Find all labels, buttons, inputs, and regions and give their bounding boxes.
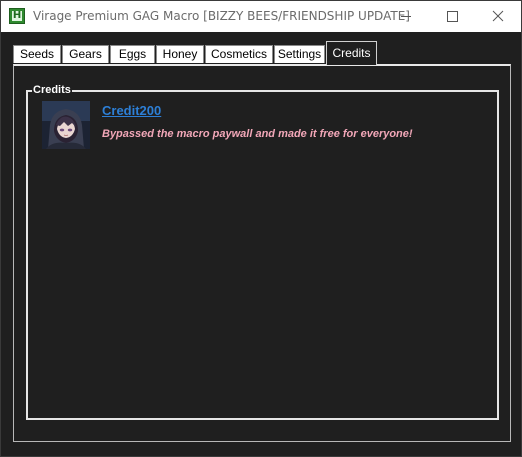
close-icon: [492, 10, 504, 22]
tab-gears[interactable]: Gears: [62, 45, 109, 63]
credit-name-link[interactable]: Credit200: [102, 103, 161, 118]
credits-group-title: Credits: [32, 83, 72, 97]
maximize-icon: [447, 11, 458, 22]
app-h-icon: H: [9, 8, 25, 24]
credit-description: Bypassed the macro paywall and made it f…: [102, 128, 413, 140]
minimize-icon: [401, 16, 411, 17]
minimize-button[interactable]: [383, 1, 429, 32]
tab-seeds[interactable]: Seeds: [13, 45, 61, 63]
tab-eggs[interactable]: Eggs: [110, 45, 155, 63]
app-window: H Virage Premium GAG Macro [BIZZY BEES/F…: [0, 0, 522, 457]
window-title: Virage Premium GAG Macro [BIZZY BEES/FRI…: [33, 9, 410, 23]
close-button[interactable]: [475, 1, 521, 32]
title-bar[interactable]: H Virage Premium GAG Macro [BIZZY BEES/F…: [1, 1, 521, 32]
tab-settings[interactable]: Settings: [274, 45, 325, 63]
maximize-button[interactable]: [429, 1, 475, 32]
credit-avatar: [42, 101, 90, 149]
tab-cosmetics[interactable]: Cosmetics: [205, 45, 273, 63]
tab-credits[interactable]: Credits: [326, 41, 377, 65]
tab-honey[interactable]: Honey: [156, 45, 204, 63]
avatar-image: [42, 101, 90, 149]
